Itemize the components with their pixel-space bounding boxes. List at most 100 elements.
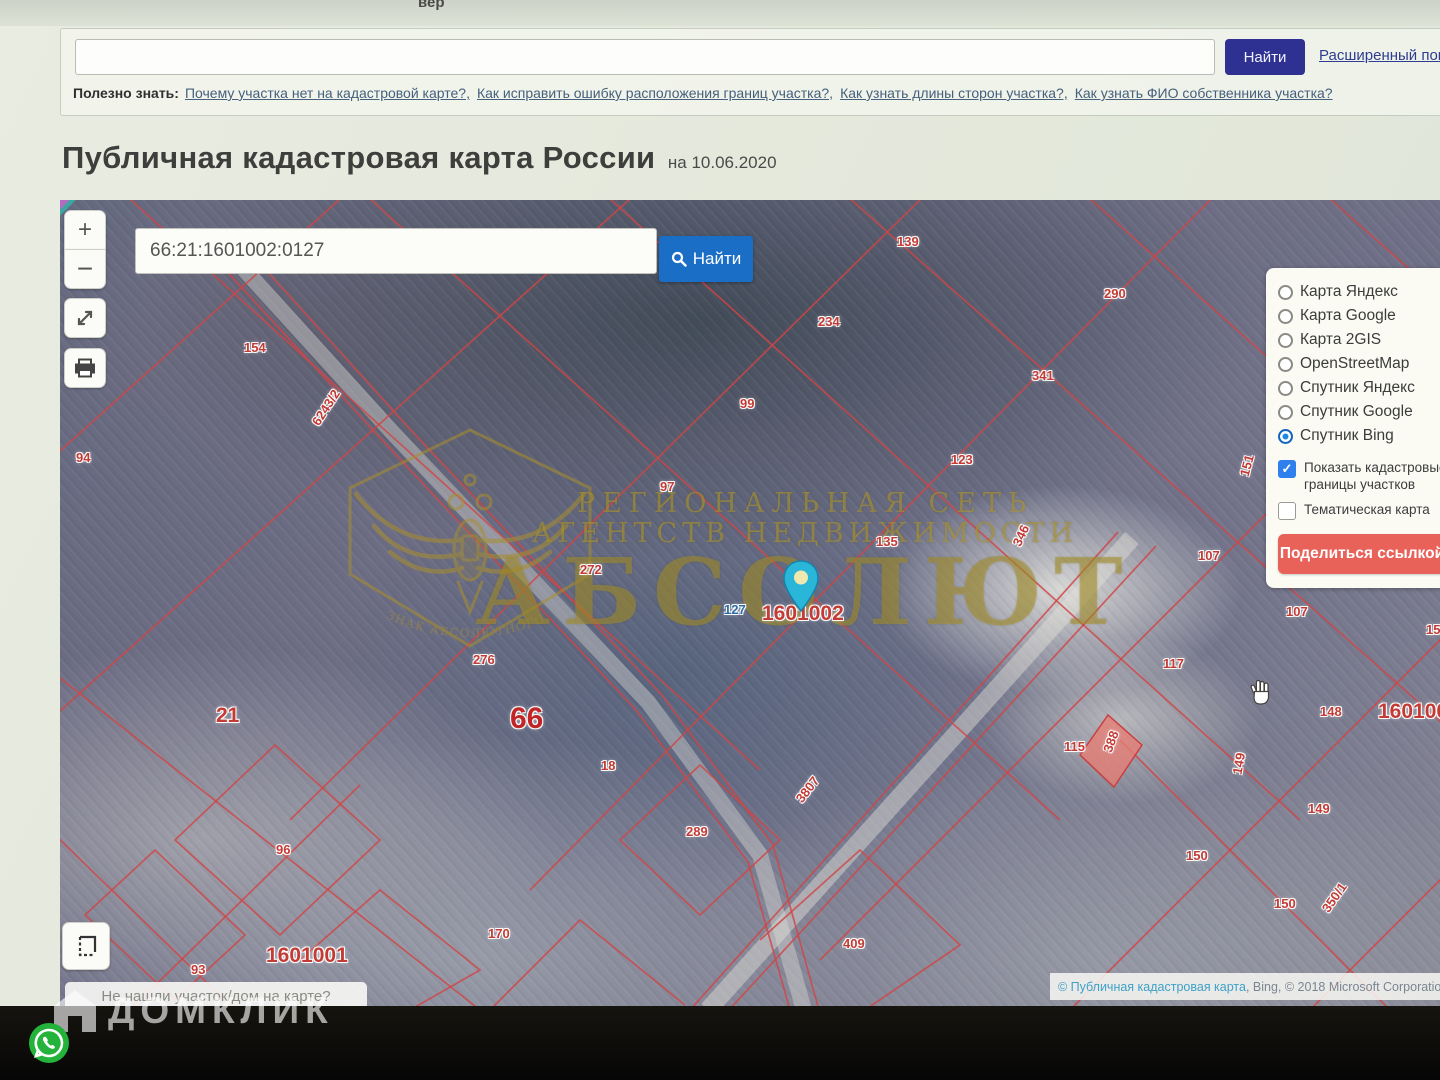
map-attribution: © Публичная кадастровая карта , Bing, © … xyxy=(1050,973,1440,1000)
info-link[interactable]: Как узнать длины сторон участка?, xyxy=(840,85,1068,101)
layer-option-label: Спутник Яндекс xyxy=(1300,379,1415,396)
site-search-input[interactable] xyxy=(75,39,1215,75)
layer-option[interactable]: Карта 2GIS xyxy=(1278,328,1440,352)
parcel-label: 21 xyxy=(216,704,240,727)
layer-checkbox-row[interactable]: Тематическая карта xyxy=(1278,496,1440,522)
checkbox-icon[interactable] xyxy=(1278,501,1296,520)
parcel-label: 66 xyxy=(510,702,544,735)
parcel-label: 127 xyxy=(724,602,746,617)
useful-info-label: Полезно знать: xyxy=(73,85,179,101)
parcel-label: 149 xyxy=(1308,801,1330,816)
hand-cursor-icon xyxy=(1250,679,1270,705)
radio-icon[interactable] xyxy=(1278,428,1293,444)
radio-icon[interactable] xyxy=(1278,332,1293,348)
info-link[interactable]: Как исправить ошибку расположения границ… xyxy=(477,85,833,101)
parcel-label: 150 xyxy=(1186,848,1208,863)
layer-option-label: Карта 2GIS xyxy=(1300,331,1382,348)
parcel-label: 107 xyxy=(1286,604,1308,619)
measure-area-icon xyxy=(78,935,97,957)
parcel-label: 123 xyxy=(951,452,973,467)
printer-icon xyxy=(75,358,95,378)
parcel-label: 272 xyxy=(580,562,602,577)
parcel-label: 135 xyxy=(876,534,898,549)
radio-icon[interactable] xyxy=(1278,284,1293,300)
cadastral-boundaries-layer xyxy=(60,200,1440,1010)
parcel-label: 409 xyxy=(843,936,865,951)
zoom-out-button[interactable]: − xyxy=(64,249,106,289)
search-row: Найти Расширенный поиск xyxy=(73,37,1440,77)
checkbox-label: Показать кадастровые границы участков xyxy=(1304,460,1440,492)
parcel-label: 150 xyxy=(1274,896,1296,911)
info-links: Почему участка нет на кадастровой карте?… xyxy=(185,85,1340,101)
parcel-label: 99 xyxy=(740,396,755,411)
layer-option[interactable]: Карта Яндекс xyxy=(1278,280,1440,304)
layer-option[interactable]: Спутник Google xyxy=(1278,400,1440,424)
parcel-label: 234 xyxy=(818,314,840,329)
layer-option[interactable]: Спутник Яндекс xyxy=(1278,376,1440,400)
layer-option[interactable]: Карта Google xyxy=(1278,304,1440,328)
cadastral-number-input[interactable] xyxy=(135,228,657,274)
checkbox-label: Тематическая карта xyxy=(1304,501,1430,517)
checkbox-icon[interactable] xyxy=(1278,460,1296,478)
attribution-rest: , Bing, © 2018 Microsoft Corporatio xyxy=(1245,979,1440,994)
page: вер Найти Расширенный поиск Полезно знат… xyxy=(0,0,1440,1080)
parcel-label: 97 xyxy=(660,479,675,494)
radio-icon[interactable] xyxy=(1278,380,1293,396)
layer-checkboxes: Показать кадастровые границы участков Тем… xyxy=(1278,454,1440,522)
parcel-label: 341 xyxy=(1032,368,1054,383)
measure-button[interactable] xyxy=(62,922,110,970)
layer-options: Карта Яндекс Карта Google Карта 2GIS OpenSt… xyxy=(1278,280,1440,448)
layer-option-label: Карта Яндекс xyxy=(1300,283,1398,300)
layer-option-label: Карта Google xyxy=(1300,307,1396,324)
parcel-label: 157 xyxy=(1426,622,1440,637)
parcel-label: 107 xyxy=(1198,548,1220,563)
map-canvas[interactable]: ЗНАК АБСОЛЮТНОГО КАЧЕСТВА РЕГИОНАЛЬНАЯ С… xyxy=(60,200,1440,1010)
parcel-label: 93 xyxy=(191,962,206,977)
print-button[interactable] xyxy=(64,348,106,388)
parcel-label: 1601001 xyxy=(266,944,348,967)
page-title-row: Публичная кадастровая карта России на 10… xyxy=(62,140,777,176)
map-search-button[interactable]: Найти xyxy=(659,236,753,282)
map-pin-icon xyxy=(783,560,819,612)
page-title-date: на 10.06.2020 xyxy=(667,153,777,172)
layer-checkbox-row[interactable]: Показать кадастровые границы участков xyxy=(1278,454,1440,496)
expand-arrows-icon xyxy=(77,310,93,326)
share-link-button[interactable]: Поделиться ссылкой xyxy=(1278,533,1440,574)
zoom-in-button[interactable]: + xyxy=(64,210,106,250)
layer-panel: Карта Яндекс Карта Google Карта 2GIS OpenSt… xyxy=(1266,268,1440,588)
whatsapp-icon[interactable] xyxy=(28,1022,70,1064)
page-title: Публичная кадастровая карта России xyxy=(62,140,656,175)
parcel-label: 290 xyxy=(1104,286,1126,301)
browser-title-fragment: вер xyxy=(418,0,445,11)
parcel-label: 139 xyxy=(897,234,919,249)
domclick-label: ДОМКЛИК xyxy=(108,990,334,1031)
parcel-label: 148 xyxy=(1320,704,1342,719)
search-icon xyxy=(671,251,687,267)
radio-icon[interactable] xyxy=(1278,404,1293,420)
search-panel: Найти Расширенный поиск Полезно знать: По… xyxy=(60,28,1440,116)
layer-option-label: OpenStreetMap xyxy=(1300,355,1410,372)
domclick-watermark: ДОМКЛИК xyxy=(52,988,334,1034)
parcel-label: 276 xyxy=(473,652,495,667)
radio-icon[interactable] xyxy=(1278,308,1293,324)
radio-icon[interactable] xyxy=(1278,356,1293,372)
parcel-label: 1601002 xyxy=(1378,700,1440,723)
fullscreen-button[interactable] xyxy=(64,298,106,338)
parcel-label: 96 xyxy=(276,842,291,857)
attribution-link[interactable]: © Публичная кадастровая карта xyxy=(1058,980,1246,994)
parcel-label: 18 xyxy=(601,758,616,773)
browser-chrome-strip xyxy=(0,0,1440,26)
layer-option[interactable]: Спутник Bing xyxy=(1278,424,1440,448)
parcel-label: 115 xyxy=(1064,739,1085,754)
site-search-button[interactable]: Найти xyxy=(1225,39,1305,75)
advanced-search-link[interactable]: Расширенный поиск xyxy=(1319,47,1440,64)
info-link[interactable]: Как узнать ФИО собственника участка? xyxy=(1075,85,1333,101)
layer-option[interactable]: OpenStreetMap xyxy=(1278,352,1440,376)
parcel-label: 94 xyxy=(76,450,91,465)
layer-option-label: Спутник Google xyxy=(1300,403,1413,420)
parcel-label: 289 xyxy=(686,824,708,839)
parcel-label: 117 xyxy=(1163,656,1184,671)
map-search-button-label: Найти xyxy=(692,249,742,268)
info-link[interactable]: Почему участка нет на кадастровой карте?… xyxy=(185,85,470,101)
parcel-label: 170 xyxy=(488,926,510,941)
